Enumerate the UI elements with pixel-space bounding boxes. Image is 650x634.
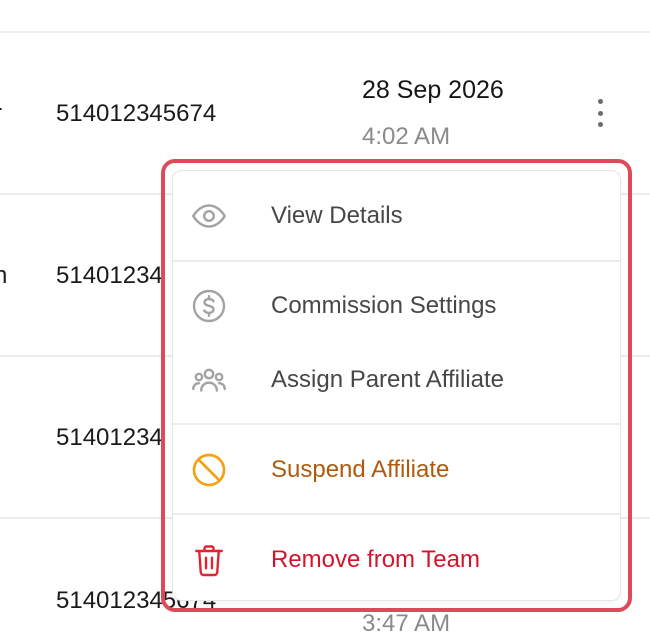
ban-icon (191, 452, 227, 488)
trash-icon (191, 542, 227, 578)
time-cell: 4:02 AM (362, 123, 451, 150)
users-group-icon (191, 362, 227, 398)
menu-item-label: Remove from Team (271, 546, 480, 573)
menu-item-label: Commission Settings (271, 292, 497, 319)
row-actions-button[interactable] (590, 95, 610, 131)
menu-divider (173, 260, 620, 262)
row-name-fragment: n (0, 262, 8, 289)
menu-item-view-details[interactable]: View Details (173, 186, 620, 246)
menu-divider (173, 513, 620, 515)
phone-cell: 51401234 (56, 424, 163, 451)
menu-item-remove-from-team[interactable]: Remove from Team (173, 530, 620, 590)
time-cell: 3:47 AM (362, 610, 451, 634)
date-cell: 28 Sep 2026 (362, 76, 504, 104)
menu-item-commission-settings[interactable]: Commission Settings (173, 276, 620, 336)
phone-cell: 51401234 (56, 262, 163, 289)
menu-divider (173, 423, 620, 425)
dollar-circle-icon (191, 288, 227, 324)
menu-item-assign-parent-affiliate[interactable]: Assign Parent Affiliate (173, 350, 620, 410)
row-actions-menu: View Details Commission Settings Assign … (172, 170, 621, 601)
menu-item-label: Assign Parent Affiliate (271, 366, 505, 393)
menu-item-suspend-affiliate[interactable]: Suspend Affiliate (173, 440, 620, 500)
row-name-fragment: r (0, 100, 2, 128)
phone-cell: 514012345674 (56, 100, 217, 127)
eye-icon (191, 198, 227, 234)
menu-item-label: Suspend Affiliate (271, 456, 450, 483)
row-divider (0, 31, 650, 33)
menu-item-label: View Details (271, 202, 403, 229)
